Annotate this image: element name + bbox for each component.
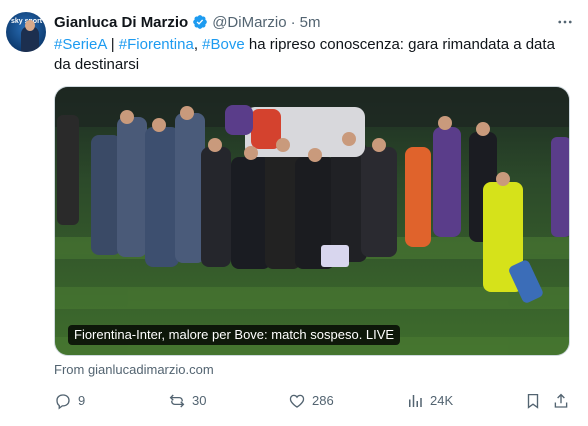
tweet-time[interactable]: 5m	[300, 14, 321, 31]
author-name[interactable]: Gianluca Di Marzio	[54, 14, 188, 31]
author-handle[interactable]: @DiMarzio	[212, 14, 286, 31]
hashtag-bove[interactable]: #Bove	[202, 36, 245, 53]
share-icon	[554, 393, 568, 408]
avatar[interactable]: sky sport	[6, 12, 46, 52]
hashtag-fiorentina[interactable]: #Fiorentina	[119, 36, 194, 53]
views-count: 24K	[430, 393, 454, 408]
reply-count: 9	[78, 393, 86, 408]
hashtag-seriea[interactable]: #SerieA	[54, 36, 107, 53]
repost-count: 30	[192, 393, 207, 408]
verified-badge-icon	[193, 15, 208, 29]
more-icon	[558, 20, 572, 24]
like-icon	[289, 394, 305, 408]
more-options-button[interactable]	[554, 12, 576, 32]
like-button[interactable]: 286	[288, 390, 334, 412]
tweet-media[interactable]: Fiorentina-Inter, malore per Bove: match…	[54, 86, 570, 356]
text-separator: ,	[193, 36, 203, 53]
tweet-card[interactable]: sky sport Gianluca Di Marzio @DiMarzio ·…	[0, 0, 588, 426]
share-button[interactable]	[552, 390, 576, 412]
views-button[interactable]: 24K	[406, 390, 453, 412]
tweet-text: #SerieA | #Fiorentina, #Bove ha ripreso …	[54, 35, 574, 75]
reply-button[interactable]: 9	[54, 390, 85, 412]
bookmark-button[interactable]	[524, 390, 548, 412]
repost-button[interactable]: 30	[168, 390, 206, 412]
action-bar: 9 30 286 24K	[54, 390, 574, 412]
media-caption: Fiorentina-Inter, malore per Bove: match…	[68, 325, 401, 345]
repost-icon	[169, 394, 185, 408]
media-photo	[55, 87, 569, 355]
reply-icon	[56, 394, 70, 410]
like-count: 286	[312, 393, 334, 408]
tweet-header: Gianluca Di Marzio @DiMarzio · 5m	[54, 12, 320, 32]
source-link[interactable]: From gianlucadimarzio.com	[54, 362, 214, 377]
text-separator: |	[106, 36, 119, 53]
header-separator: ·	[290, 13, 296, 31]
bookmark-icon	[527, 393, 539, 409]
views-icon	[409, 395, 422, 407]
avatar-head	[25, 20, 35, 31]
